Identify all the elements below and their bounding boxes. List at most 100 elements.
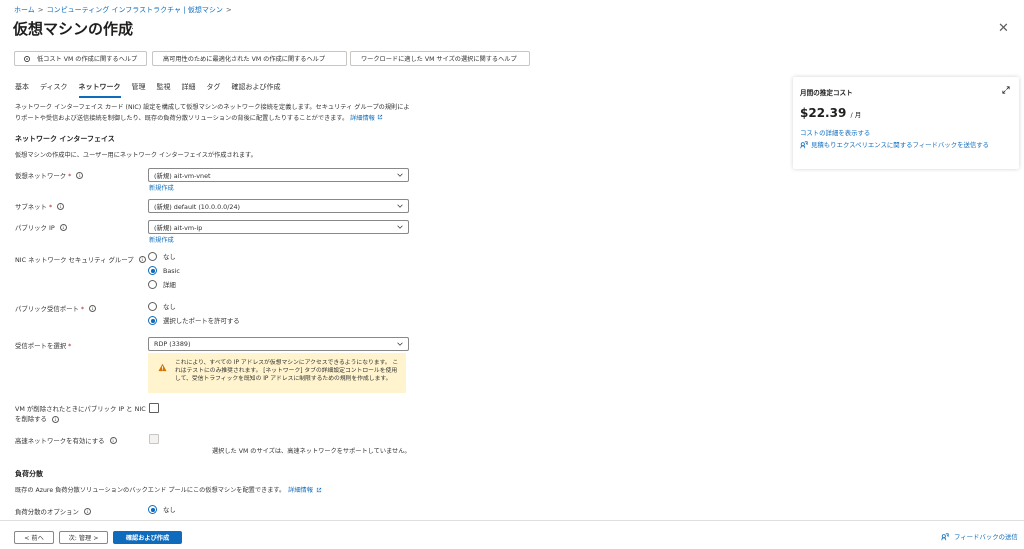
cost-unit: / 月: [850, 111, 862, 119]
tab-review-create[interactable]: 確認および作成: [232, 82, 281, 98]
info-icon[interactable]: i: [57, 203, 65, 210]
tab-basics[interactable]: 基本: [15, 82, 29, 98]
radio-circle[interactable]: [148, 280, 157, 289]
tab-networking[interactable]: ネットワーク: [78, 82, 121, 98]
accel-networking-label-text: 高速ネットワークを有効にする: [15, 437, 105, 445]
cost-feedback-text: 見積もりエクスペリエンスに関するフィードバックを送信する: [811, 141, 990, 149]
radio-circle-selected[interactable]: [148, 505, 157, 514]
tab-advanced[interactable]: 詳細: [182, 82, 196, 98]
vnet-create-new-link[interactable]: 新規作成: [149, 183, 174, 192]
previous-button[interactable]: < 前へ: [14, 531, 54, 544]
chevron-down-icon: [397, 342, 403, 346]
radio-label: 選択したポートを許可する: [163, 317, 240, 325]
required-marker: *: [80, 304, 85, 313]
breadcrumb-separator: >: [37, 6, 44, 14]
breadcrumb-home[interactable]: ホーム: [14, 5, 35, 15]
inbound-ports-label: パブリック受信ポート * i: [15, 304, 97, 313]
info-icon[interactable]: i: [109, 437, 117, 444]
nsg-option-advanced[interactable]: 詳細: [148, 280, 176, 289]
cost-details-link[interactable]: コストの詳細を表示する: [800, 128, 870, 137]
breadcrumb-section[interactable]: コンピューティング インフラストラクチャ | 仮想マシン: [47, 5, 223, 15]
info-icon[interactable]: i: [89, 305, 97, 312]
cost-value-row: $22.39 / 月: [800, 106, 861, 120]
lb-option-none[interactable]: なし: [148, 505, 176, 514]
nsg-option-basic[interactable]: Basic: [148, 266, 180, 275]
cost-value: $22.39: [800, 106, 847, 120]
delete-with-vm-label: VM が削除されたときにパブリック IP と NIC を削除する i: [15, 404, 146, 424]
chevron-down-icon: [397, 204, 403, 208]
info-icon[interactable]: i: [83, 508, 91, 515]
tab-bar: 基本 ディスク ネットワーク 管理 監視 詳細 タグ 確認および作成: [15, 82, 292, 98]
lb-learn-more-link[interactable]: 詳細情報: [288, 485, 313, 494]
subnet-select[interactable]: (新規) default (10.0.0.0/24): [148, 199, 409, 213]
tab-tags[interactable]: タグ: [207, 82, 221, 98]
radio-circle-selected[interactable]: [148, 316, 157, 325]
nic-section-description: 仮想マシンの作成中に、ユーザー用にネットワーク インターフェイスが作成されます。: [15, 152, 257, 159]
nsg-option-none[interactable]: なし: [148, 252, 176, 261]
info-icon[interactable]: i: [76, 172, 84, 179]
radio-label: Basic: [163, 266, 180, 275]
tab-disks[interactable]: ディスク: [40, 82, 68, 98]
lb-section-description: 既存の Azure 負荷分散ソリューションのバックエンド プールにこの仮想マシン…: [15, 485, 322, 494]
radio-circle-selected[interactable]: [148, 266, 157, 275]
radio-circle[interactable]: [148, 302, 157, 311]
public-ip-select[interactable]: (新規) ait-vm-ip: [148, 220, 409, 234]
delete-with-vm-checkbox[interactable]: [149, 403, 159, 413]
external-link-icon: [316, 487, 322, 492]
nsg-label: NIC ネットワーク セキュリティ グループ i: [15, 255, 146, 264]
breadcrumb: ホーム > コンピューティング インフラストラクチャ | 仮想マシン >: [14, 5, 232, 15]
lb-description-text: 既存の Azure 負荷分散ソリューションのバックエンド プールにこの仮想マシン…: [15, 487, 286, 494]
inbound-option-allow-selected[interactable]: 選択したポートを許可する: [148, 316, 240, 325]
nsg-label-text: NIC ネットワーク セキュリティ グループ: [15, 256, 134, 264]
radio-circle[interactable]: [148, 252, 157, 261]
review-create-button[interactable]: 確認および作成: [113, 531, 182, 544]
required-marker: *: [68, 171, 72, 180]
chevron-down-icon: [397, 173, 403, 177]
public-ip-create-new-link[interactable]: 新規作成: [149, 235, 174, 244]
tab-management[interactable]: 管理: [132, 82, 146, 98]
delete-with-vm-label-line1: VM が削除されたときにパブリック IP と NIC: [15, 405, 146, 413]
select-ports-label: 受信ポートを選択 *: [15, 341, 71, 351]
tab-monitoring[interactable]: 監視: [157, 82, 171, 98]
external-link-icon: [377, 114, 382, 120]
inbound-ports-label-text: パブリック受信ポート: [15, 305, 79, 313]
select-ports-label-text: 受信ポートを選択: [15, 342, 67, 350]
help-low-cost-vm-button[interactable]: 低コスト VM の作成に関するヘルプ: [14, 51, 147, 66]
inbound-option-none[interactable]: なし: [148, 302, 176, 311]
info-icon[interactable]: i: [59, 224, 67, 231]
chevron-down-icon: [397, 225, 403, 229]
estimated-cost-card: 月間の推定コスト $22.39 / 月 コストの詳細を表示する 見積もりエクスペ…: [793, 77, 1019, 169]
info-icon[interactable]: i: [138, 256, 146, 263]
info-icon[interactable]: i: [51, 415, 59, 423]
page-title: 仮想マシンの作成: [13, 20, 134, 38]
radio-label: なし: [163, 253, 176, 261]
public-ip-label-text: パブリック IP: [15, 224, 55, 232]
expand-icon[interactable]: [1002, 86, 1010, 94]
radio-label: なし: [163, 506, 176, 514]
lb-section-title: 負荷分散: [15, 470, 43, 478]
close-icon[interactable]: ✕: [998, 21, 1009, 36]
accel-networking-checkbox[interactable]: [149, 434, 159, 444]
help-button-label: ワークロードに適した VM サイズの選択に関するヘルプ: [361, 56, 517, 63]
send-feedback-link[interactable]: フィードバックの送信: [941, 532, 1018, 541]
public-ip-select-value: (新規) ait-vm-ip: [154, 223, 203, 232]
intro-learn-more-link[interactable]: 詳細情報: [350, 115, 375, 122]
cost-title: 月間の推定コスト: [800, 89, 853, 97]
help-settings-icon: [24, 55, 30, 62]
subnet-label: サブネット * i: [15, 202, 65, 211]
more-options-icon[interactable]: …: [125, 22, 134, 32]
radio-label: なし: [163, 303, 176, 311]
cost-feedback-link[interactable]: 見積もりエクスペリエンスに関するフィードバックを送信する: [800, 140, 1012, 150]
public-ip-label: パブリック IP i: [15, 223, 67, 232]
vnet-label: 仮想ネットワーク * i: [15, 171, 84, 180]
help-high-availability-button[interactable]: 高可用性のために最適化された VM の作成に関するヘルプ: [152, 51, 347, 66]
help-vm-size-button[interactable]: ワークロードに適した VM サイズの選択に関するヘルプ: [350, 51, 530, 66]
select-ports-dropdown[interactable]: RDP (3389): [148, 337, 409, 351]
warning-text: これにより、すべての IP アドレスが仮想マシンにアクセスできるようになります。…: [175, 360, 399, 382]
next-button[interactable]: 次: 管理 >: [59, 531, 108, 544]
intro-description: ネットワーク インターフェイス カード (NIC) 設定を構成して仮想マシンのネ…: [15, 102, 410, 124]
lb-options-label: 負荷分散のオプション i: [15, 507, 91, 516]
subnet-label-text: サブネット: [15, 203, 47, 211]
vnet-select[interactable]: (新規) ait-vm-vnet: [148, 168, 409, 182]
help-button-label: 低コスト VM の作成に関するヘルプ: [37, 56, 138, 63]
